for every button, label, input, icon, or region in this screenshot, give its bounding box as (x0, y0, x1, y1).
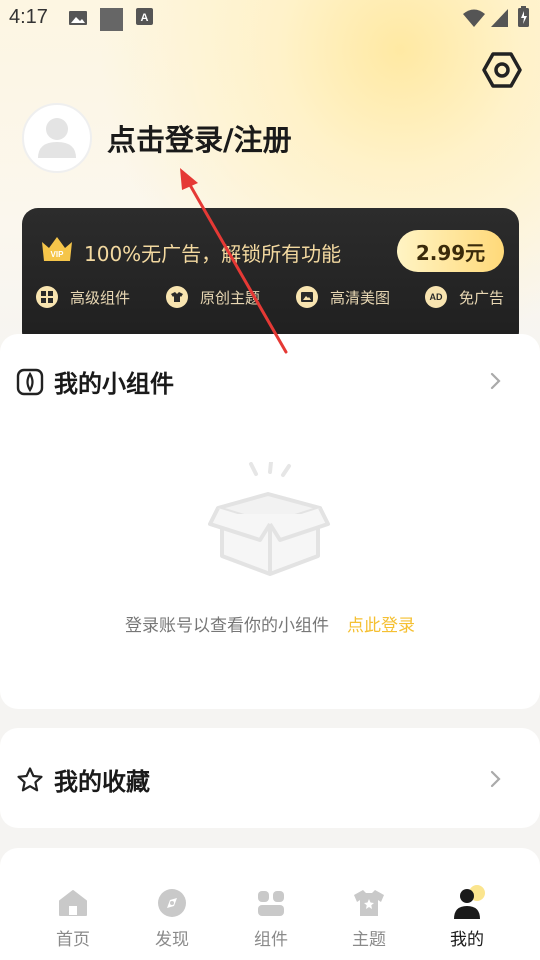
empty-box-icon (208, 462, 330, 576)
ad-free-icon: AD (425, 286, 447, 308)
default-avatar-icon (38, 118, 76, 158)
vip-feature-adfree: AD 免广告 (425, 286, 504, 308)
vip-feature-themes: 原创主题 (166, 286, 260, 308)
vip-badge-text: VIP (51, 250, 65, 259)
bottom-tab-bar: 首页 发现 组件 主题 我的 (0, 885, 540, 960)
my-widgets-title: 我的小组件 (54, 370, 174, 398)
login-link[interactable]: 点此登录 (347, 616, 415, 636)
chevron-right-icon[interactable] (490, 372, 502, 390)
home-icon (59, 890, 87, 916)
vip-feature-label: 免广告 (459, 288, 505, 307)
vip-feature-label: 高清美图 (330, 288, 391, 307)
widget-grid-icon (36, 286, 58, 308)
vip-features: 高级组件 原创主题 高清美图 AD 免广告 (36, 286, 516, 312)
vip-feature-widgets: 高级组件 (36, 286, 130, 308)
my-favorites-card[interactable]: 我的收藏 (0, 728, 540, 828)
empty-message-text: 登录账号以查看你的小组件 (125, 616, 329, 636)
gallery-notification-icon (69, 11, 87, 25)
vip-title: 100%无广告，解锁所有功能 (84, 242, 342, 266)
tab-label: 主题 (352, 930, 386, 950)
widgets-icon (258, 891, 284, 916)
my-favorites-title: 我的收藏 (54, 768, 150, 796)
chevron-right-icon[interactable] (490, 770, 502, 788)
tab-discover[interactable]: 发现 (132, 885, 212, 950)
square-notification-icon (100, 8, 123, 31)
wifi-icon (463, 9, 485, 27)
vip-feature-label: 高级组件 (70, 288, 131, 307)
my-widgets-card: 我的小组件 登录账号以查看你的小组件 点此登录 (0, 334, 540, 709)
discover-icon (158, 889, 186, 917)
my-widgets-header[interactable]: 我的小组件 (16, 364, 174, 399)
hexagon-settings-icon (482, 52, 522, 88)
battery-icon (518, 6, 529, 27)
tab-widgets[interactable]: 组件 (231, 885, 311, 950)
svg-text:A: A (141, 12, 149, 24)
login-register-link[interactable]: 点击登录/注册 (107, 117, 292, 159)
tab-label: 我的 (450, 930, 484, 950)
vip-price-button[interactable]: 2.99元 (397, 230, 504, 272)
status-bar: 4:17 A (0, 0, 540, 38)
tab-label: 发现 (155, 930, 189, 950)
shirt-icon (354, 890, 384, 916)
tab-mine[interactable]: 我的 (427, 885, 507, 950)
widgets-empty-message: 登录账号以查看你的小组件 点此登录 (0, 611, 540, 636)
widget-diamond-icon (16, 368, 44, 395)
login-profile-row[interactable]: 点击登录/注册 (22, 103, 292, 173)
vip-promo-card[interactable]: VIP 100%无广告，解锁所有功能 2.99元 高级组件 原创主题 高清美图 … (22, 208, 519, 348)
font-notification-icon: A (136, 8, 153, 25)
profile-icon (454, 885, 485, 919)
settings-button[interactable] (482, 50, 522, 90)
star-icon (17, 766, 43, 791)
tab-home[interactable]: 首页 (33, 885, 113, 950)
tab-label: 首页 (56, 930, 90, 950)
image-icon (296, 286, 318, 308)
signal-icon (491, 9, 508, 27)
ad-icon-text: AD (429, 292, 443, 302)
theme-icon (166, 286, 188, 308)
avatar[interactable] (22, 103, 92, 173)
tab-label: 组件 (254, 930, 288, 950)
vip-crown-icon: VIP (42, 237, 72, 261)
status-time: 4:17 (9, 6, 48, 28)
vip-feature-label: 原创主题 (200, 288, 261, 307)
my-favorites-header[interactable]: 我的收藏 (16, 762, 150, 797)
vip-feature-images: 高清美图 (296, 286, 390, 308)
tab-themes[interactable]: 主题 (329, 885, 409, 950)
